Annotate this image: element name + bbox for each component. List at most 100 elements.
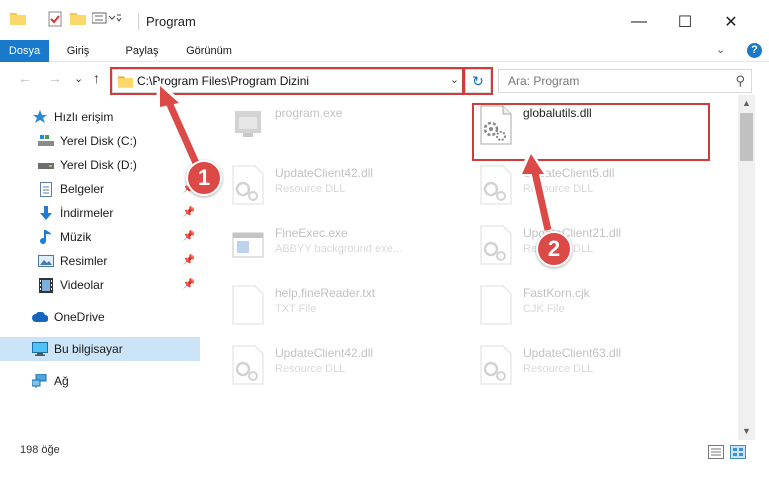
network-icon (32, 373, 48, 389)
file-item[interactable]: UpdateClient42.dll Resource DLL (227, 339, 467, 395)
sidebar-item-ag[interactable]: Ağ (0, 369, 200, 393)
search-icon: ⚲ (735, 73, 745, 88)
title-bar: Program — ☐ ✕ (0, 0, 769, 40)
file-item[interactable]: FineExec.exe ABBYY background exe... (227, 219, 467, 275)
sidebar-item-hizli-erisim[interactable]: Hızlı erişim (0, 105, 200, 129)
file-item[interactable]: UpdateClient5.dll Resource DLL (475, 159, 715, 215)
new-folder-icon[interactable] (70, 11, 86, 28)
dll-icon (231, 345, 265, 385)
star-icon (32, 109, 48, 125)
file-name: help.fineReader.txt (275, 286, 376, 300)
sidebar-item-label: Bu bilgisayar (54, 342, 123, 356)
sidebar-item-label: İndirmeler (60, 206, 114, 220)
chevron-down-icon[interactable]: ⌄ (450, 73, 459, 86)
file-item[interactable]: UpdateClient21.dll Resource DLL (475, 219, 715, 275)
txt-icon (231, 285, 265, 325)
expand-ribbon-icon[interactable]: ⌄ (716, 43, 725, 56)
tab-paylas[interactable]: Paylaş (118, 40, 166, 62)
navigation-bar: ← → ⌄ ↑ C:\Program Files\Program Dizini … (0, 63, 769, 95)
file-icon (479, 285, 513, 325)
file-name: program.exe (275, 106, 343, 120)
file-type: Resource DLL (275, 363, 346, 375)
maximize-button[interactable]: ☐ (670, 8, 700, 36)
sidebar-item-yerel-disk-d[interactable]: Yerel Disk (D:) (0, 153, 200, 177)
ribbon-tabs: Dosya Giriş Paylaş Görünüm ⌄ ? (0, 40, 769, 62)
file-type: Resource DLL (523, 363, 594, 375)
sidebar-item-label: Yerel Disk (C:) (60, 134, 137, 148)
drive-icon (38, 157, 54, 173)
file-item[interactable]: UpdateClient63.dll Resource DLL (475, 339, 715, 395)
video-icon (38, 277, 54, 293)
pictures-icon (38, 253, 54, 269)
vertical-scrollbar[interactable]: ▲ ▼ (738, 95, 755, 440)
tab-dosya[interactable]: Dosya (0, 40, 49, 62)
sidebar-item-videolar[interactable]: Videolar 📌 (0, 273, 200, 297)
pin-icon[interactable]: 📌 (183, 255, 195, 266)
sidebar-item-label: Hızlı erişim (54, 110, 114, 124)
pin-icon[interactable]: 📌 (183, 279, 195, 290)
refresh-button[interactable]: ↻ (466, 69, 491, 93)
file-name: FineExec.exe (275, 226, 348, 240)
file-item[interactable]: program.exe (227, 99, 467, 155)
music-icon (38, 229, 54, 245)
sidebar-item-bu-bilgisayar[interactable]: Bu bilgisayar (0, 337, 200, 361)
folder-icon (118, 74, 133, 91)
computer-icon (32, 341, 48, 357)
sidebar-item-indirmeler[interactable]: İndirmeler 📌 (0, 201, 200, 225)
search-input[interactable]: Ara: Program ⚲ (498, 69, 752, 93)
folder-icon[interactable] (10, 11, 26, 28)
sidebar-item-label: OneDrive (54, 310, 105, 324)
dll-icon (479, 225, 513, 265)
sidebar-item-label: Yerel Disk (D:) (60, 158, 137, 172)
dll-icon (231, 165, 265, 205)
file-item[interactable]: FastKorn.cjk CJK File (475, 279, 715, 335)
help-icon[interactable]: ? (747, 43, 762, 58)
file-type: TXT File (275, 303, 317, 315)
file-item[interactable]: UpdateClient42.dll Resource DLL (227, 159, 467, 215)
search-placeholder: Ara: Program (508, 74, 580, 88)
file-item[interactable]: help.fineReader.txt TXT File (227, 279, 467, 335)
pin-icon[interactable]: 📌 (183, 207, 195, 218)
scroll-thumb[interactable] (740, 113, 753, 161)
minimize-button[interactable]: — (624, 8, 654, 36)
title-separator (138, 14, 139, 30)
back-button[interactable]: ← (18, 70, 32, 86)
address-bar[interactable]: C:\Program Files\Program Dizini ⌄ (112, 69, 466, 93)
customize-toolbar-icon[interactable] (91, 11, 122, 28)
dll-icon (479, 345, 513, 385)
forward-button[interactable]: → (48, 70, 62, 86)
cloud-icon (32, 309, 48, 325)
pin-icon[interactable]: 📌 (183, 231, 195, 242)
drive-icon (38, 133, 54, 149)
dll-icon (479, 165, 513, 205)
sidebar-item-onedrive[interactable]: OneDrive (0, 305, 200, 329)
details-view-icon[interactable] (708, 445, 724, 459)
window-title: Program (146, 14, 196, 29)
download-icon (38, 205, 54, 221)
file-name: UpdateClient21.dll (523, 226, 622, 240)
exe-icon (231, 105, 265, 145)
file-name: FastKorn.cjk (523, 286, 590, 300)
close-button[interactable]: ✕ (716, 8, 746, 36)
sidebar-item-label: Müzik (60, 230, 92, 244)
up-button[interactable]: ↑ (93, 70, 100, 86)
tab-giris[interactable]: Giriş (60, 40, 96, 62)
documents-icon (38, 181, 54, 197)
sidebar-item-yerel-disk-c[interactable]: Yerel Disk (C:) (0, 129, 200, 153)
status-bar: 198 öğe (0, 440, 769, 464)
file-name: UpdateClient63.dll (523, 346, 622, 360)
sidebar-item-muzik[interactable]: Müzik 📌 (0, 225, 200, 249)
sidebar-item-belgeler[interactable]: Belgeler 📌 (0, 177, 200, 201)
file-type: Resource DLL (275, 183, 346, 195)
scroll-down-button[interactable]: ▼ (738, 423, 755, 440)
tiles-view-icon[interactable] (730, 445, 746, 459)
tab-gorunum[interactable]: Görünüm (180, 40, 238, 62)
sidebar-item-label: Ağ (54, 374, 69, 388)
scroll-up-button[interactable]: ▲ (738, 95, 755, 112)
sidebar-item-resimler[interactable]: Resimler 📌 (0, 249, 200, 273)
file-type: Resource DLL (523, 183, 594, 195)
sidebar-item-label: Belgeler (60, 182, 105, 196)
recent-locations-button[interactable]: ⌄ (74, 72, 83, 85)
file-name: UpdateClient5.dll (523, 166, 615, 180)
properties-icon[interactable] (48, 11, 62, 30)
